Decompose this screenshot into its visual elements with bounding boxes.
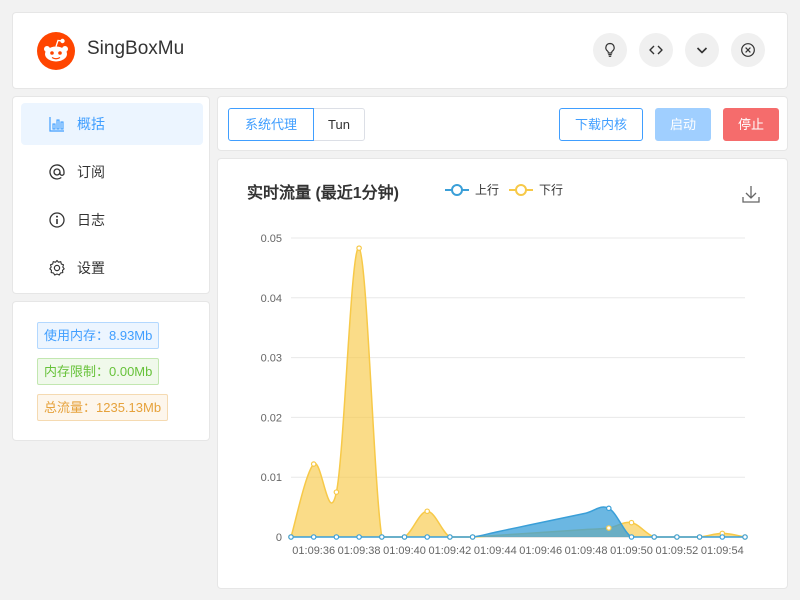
upload-point bbox=[310, 534, 317, 540]
sidebar-nav: 概括 订阅 日志 设置 bbox=[12, 96, 210, 294]
traffic-chart-card: 实时流量 (最近1分钟) 上行 下行 0 0.01 0.02 0.03 0.04 0.05… bbox=[217, 158, 788, 589]
upload-point bbox=[288, 534, 294, 540]
upload-line bbox=[291, 506, 745, 538]
download-point bbox=[288, 534, 294, 540]
download-point bbox=[447, 534, 453, 540]
x-tick-label: 01:09:36 bbox=[292, 545, 335, 557]
info-icon bbox=[47, 210, 67, 230]
sidebar-item-logs[interactable]: 日志 bbox=[21, 199, 203, 241]
upload-point bbox=[742, 534, 748, 540]
chart-title: 实时流量 (最近1分钟) bbox=[247, 183, 399, 202]
x-tick-label: 01:09:54 bbox=[701, 545, 744, 557]
x-tick-label: 01:09:44 bbox=[474, 545, 517, 557]
toolbar: 系统代理 Tun 下载内核 启动 停止 bbox=[217, 96, 788, 151]
download-kernel-button[interactable]: 下载内核 bbox=[559, 108, 643, 141]
x-tick-label: 01:09:46 bbox=[519, 545, 562, 557]
download-point bbox=[469, 534, 476, 540]
upload-point bbox=[674, 534, 680, 540]
download-area bbox=[291, 247, 745, 538]
total-traffic-tag: 总流量：1235.13Mb bbox=[37, 394, 169, 421]
y-tick-label: 0.04 bbox=[261, 293, 282, 305]
download-point bbox=[696, 534, 703, 540]
reddit-alien-icon bbox=[37, 32, 75, 70]
upload-point bbox=[447, 534, 453, 540]
start-button[interactable]: 启动 bbox=[655, 108, 711, 141]
app-title: SingBoxMu bbox=[87, 38, 185, 59]
close-circle-icon bbox=[741, 43, 755, 57]
download-point bbox=[401, 534, 408, 540]
memory-used-tag: 使用内存：8.93Mb bbox=[37, 322, 160, 349]
lightbulb-icon bbox=[605, 42, 615, 57]
upload-point bbox=[469, 534, 476, 540]
app-header: SingBoxMu bbox=[12, 12, 788, 89]
upload-point bbox=[696, 534, 703, 540]
download-point bbox=[424, 508, 431, 515]
legend-download-label: 下行 bbox=[539, 183, 563, 197]
upload-point bbox=[401, 534, 408, 540]
download-point bbox=[356, 245, 362, 251]
download-point bbox=[651, 534, 658, 540]
mode-system-proxy-tab[interactable]: 系统代理 bbox=[228, 108, 314, 141]
upload-point bbox=[628, 534, 635, 540]
download-point bbox=[628, 519, 635, 526]
sidebar-item-label: 设置 bbox=[77, 260, 105, 276]
download-point bbox=[605, 525, 612, 531]
download-point bbox=[719, 530, 726, 537]
download-point bbox=[378, 534, 385, 540]
at-sign-icon bbox=[47, 162, 67, 182]
bar-chart-icon bbox=[47, 114, 67, 134]
y-tick-label: 0.01 bbox=[261, 472, 282, 484]
x-tick-label: 01:09:40 bbox=[383, 545, 426, 557]
sidebar-item-overview[interactable]: 概括 bbox=[21, 103, 203, 145]
y-tick-label: 0.02 bbox=[261, 412, 282, 424]
download-point bbox=[674, 534, 680, 540]
x-tick-label: 01:09:38 bbox=[338, 545, 381, 557]
upload-point bbox=[651, 534, 658, 540]
download-line bbox=[290, 247, 746, 538]
sidebar-item-label: 日志 bbox=[77, 212, 105, 228]
code-icon bbox=[649, 45, 663, 55]
mode-tun-tab[interactable]: Tun bbox=[313, 108, 365, 141]
upload-point bbox=[605, 505, 612, 512]
legend-upload[interactable]: 上行 bbox=[445, 183, 499, 197]
y-tick-label: 0.05 bbox=[261, 233, 282, 245]
memory-limit-tag: 内存限制：0.00Mb bbox=[37, 358, 160, 385]
download-point bbox=[310, 461, 317, 467]
upload-point bbox=[378, 534, 385, 540]
upload-point bbox=[333, 534, 340, 540]
gear-icon bbox=[47, 258, 67, 278]
save-image-icon[interactable] bbox=[739, 185, 763, 205]
upload-point bbox=[719, 534, 726, 540]
x-tick-label: 01:09:52 bbox=[655, 545, 698, 557]
sidebar-item-settings[interactable]: 设置 bbox=[21, 247, 203, 289]
sidebar-item-label: 订阅 bbox=[77, 164, 105, 180]
x-tick-label: 01:09:48 bbox=[565, 545, 608, 557]
upload-point bbox=[424, 534, 431, 540]
code-button[interactable] bbox=[639, 33, 673, 67]
y-tick-label: 0 bbox=[276, 532, 282, 544]
upload-area bbox=[291, 507, 745, 537]
stop-button[interactable]: 停止 bbox=[723, 108, 779, 141]
y-tick-label: 0.03 bbox=[261, 353, 282, 365]
stats-panel: 使用内存：8.93Mb 内存限制：0.00Mb 总流量：1235.13Mb bbox=[12, 301, 210, 441]
download-point bbox=[742, 534, 748, 540]
download-point bbox=[333, 489, 340, 495]
legend-download[interactable]: 下行 bbox=[509, 183, 563, 197]
legend-upload-label: 上行 bbox=[475, 183, 499, 197]
x-tick-label: 01:09:50 bbox=[610, 545, 653, 557]
upload-point bbox=[356, 534, 362, 540]
close-button[interactable] bbox=[731, 33, 765, 67]
sidebar-item-subscriptions[interactable]: 订阅 bbox=[21, 151, 203, 193]
collapse-button[interactable] bbox=[685, 33, 719, 67]
chevron-down-icon bbox=[696, 47, 708, 54]
lightbulb-button[interactable] bbox=[593, 33, 627, 67]
sidebar-item-label: 概括 bbox=[77, 116, 105, 132]
x-tick-label: 01:09:42 bbox=[428, 545, 471, 557]
